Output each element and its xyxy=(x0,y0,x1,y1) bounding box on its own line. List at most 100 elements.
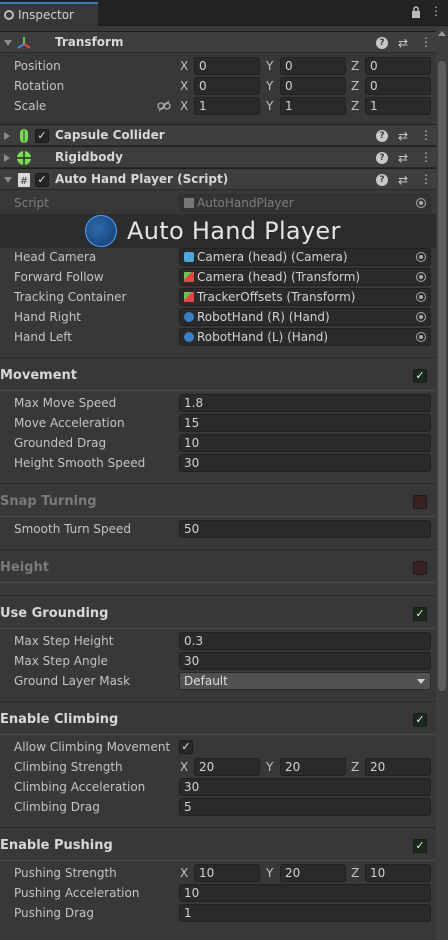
auto-hand-player-enabled-checkbox[interactable]: ✓ xyxy=(35,173,49,187)
axis-x-label: X xyxy=(180,99,189,113)
pushing-strength-y-field[interactable]: 20 xyxy=(280,864,346,882)
forward-follow-field[interactable]: Camera (head) (Transform) xyxy=(179,268,431,286)
fold-right-icon[interactable] xyxy=(4,154,10,162)
climbing-strength-x-field[interactable]: 20 xyxy=(194,758,260,776)
pushing-acceleration-label: Pushing Acceleration xyxy=(14,886,140,900)
use-grounding-toggle[interactable]: ✓ xyxy=(413,607,427,621)
rigidbody-icon xyxy=(17,151,31,165)
climbing-strength-z-field[interactable]: 20 xyxy=(365,758,431,776)
pushing-acceleration-field[interactable]: 10 xyxy=(179,884,431,902)
allow-climbing-movement-checkbox[interactable]: ✓ xyxy=(179,740,193,754)
component-menu-icon[interactable]: ⋮ xyxy=(420,35,432,49)
scale-x-field[interactable]: 1 xyxy=(194,97,260,115)
axis-z-label: Z xyxy=(351,79,360,93)
component-menu-icon[interactable]: ⋮ xyxy=(420,172,432,186)
section-divider xyxy=(0,549,436,550)
transform-header[interactable]: Transform ? ⇄ ⋮ xyxy=(0,31,436,53)
banner-title: Auto Hand Player xyxy=(127,217,341,245)
rigidbody-header[interactable]: Rigidbody ? ⇄ ⋮ xyxy=(0,146,436,168)
head-camera-field[interactable]: Camera (head) (Camera) xyxy=(179,248,431,266)
max-step-height-field[interactable]: 0.3 xyxy=(179,632,431,650)
height-smooth-speed-field[interactable]: 30 xyxy=(179,454,431,472)
move-acceleration-field[interactable]: 15 xyxy=(179,414,431,432)
section-divider xyxy=(0,483,436,484)
grounded-drag-field[interactable]: 10 xyxy=(179,434,431,452)
pushing-drag-field[interactable]: 1 xyxy=(179,904,431,922)
enable-pushing-toggle[interactable]: ✓ xyxy=(413,839,427,853)
lock-icon[interactable] xyxy=(411,6,421,18)
position-y-field[interactable]: 0 xyxy=(280,57,346,75)
vertical-scrollbar[interactable] xyxy=(436,27,448,940)
forward-follow-value: Camera (head) (Transform) xyxy=(197,270,361,284)
help-icon[interactable]: ? xyxy=(376,130,388,142)
rigidbody-title: Rigidbody xyxy=(55,150,123,164)
hand-left-field[interactable]: RobotHand (L) (Hand) xyxy=(179,328,431,346)
axis-y-label: Y xyxy=(266,79,274,93)
position-x-field[interactable]: 0 xyxy=(194,57,260,75)
inspector-tab[interactable]: Inspector xyxy=(0,2,98,26)
component-menu-icon[interactable]: ⋮ xyxy=(420,150,432,164)
capsule-collider-header[interactable]: ✓ Capsule Collider ? ⇄ ⋮ xyxy=(0,124,436,146)
axis-z-label: Z xyxy=(351,59,360,73)
info-icon xyxy=(4,10,14,20)
hand-right-label: Hand Right xyxy=(14,310,82,324)
section-divider xyxy=(0,701,436,702)
pushing-strength-z-field[interactable]: 10 xyxy=(365,864,431,882)
preset-icon[interactable]: ⇄ xyxy=(396,173,410,187)
head-camera-label: Head Camera xyxy=(14,250,97,264)
rotation-y-field[interactable]: 0 xyxy=(280,77,346,95)
script-icon: # xyxy=(18,173,30,187)
fold-down-icon[interactable] xyxy=(4,40,12,46)
max-step-height-label: Max Step Height xyxy=(14,634,114,648)
scroll-up-arrow-icon[interactable] xyxy=(438,31,446,36)
snap-turning-toggle[interactable] xyxy=(413,495,427,509)
max-step-angle-label: Max Step Angle xyxy=(14,654,108,668)
enable-climbing-toggle[interactable]: ✓ xyxy=(413,713,427,727)
smooth-turn-speed-field[interactable]: 50 xyxy=(179,520,431,538)
section-divider xyxy=(0,860,436,861)
capsule-collider-enabled-checkbox[interactable]: ✓ xyxy=(35,129,49,143)
object-picker-icon[interactable] xyxy=(416,312,426,322)
rotation-z-field[interactable]: 0 xyxy=(365,77,431,95)
climbing-acceleration-field[interactable]: 30 xyxy=(179,778,431,796)
tracking-container-field[interactable]: TrackerOffsets (Transform) xyxy=(179,288,431,306)
kebab-menu-icon[interactable]: ⋮ xyxy=(430,5,442,17)
help-icon[interactable]: ? xyxy=(376,37,388,49)
height-toggle[interactable] xyxy=(413,561,427,575)
position-label: Position xyxy=(14,59,61,73)
axis-y-label: Y xyxy=(266,866,274,880)
scale-z-field[interactable]: 1 xyxy=(365,97,431,115)
transform-title: Transform xyxy=(55,35,124,49)
fold-down-icon[interactable] xyxy=(4,177,12,183)
axis-x-label: X xyxy=(180,866,189,880)
preset-icon[interactable]: ⇄ xyxy=(396,129,410,143)
component-menu-icon[interactable]: ⋮ xyxy=(420,128,432,142)
movement-toggle[interactable]: ✓ xyxy=(413,369,427,383)
object-picker-icon[interactable] xyxy=(416,272,426,282)
preset-icon[interactable]: ⇄ xyxy=(396,151,410,165)
ground-layer-mask-dropdown[interactable]: Default xyxy=(179,672,431,690)
auto-hand-player-header[interactable]: # ✓ Auto Hand Player (Script) ? ⇄ ⋮ xyxy=(0,168,436,190)
preset-icon[interactable]: ⇄ xyxy=(396,36,410,50)
scale-y-field[interactable]: 1 xyxy=(280,97,346,115)
climbing-drag-field[interactable]: 5 xyxy=(179,798,431,816)
section-divider xyxy=(0,628,436,629)
max-step-angle-field[interactable]: 30 xyxy=(179,652,431,670)
scrollbar-thumb[interactable] xyxy=(438,61,446,691)
hand-right-field[interactable]: RobotHand (R) (Hand) xyxy=(179,308,431,326)
pushing-strength-x-field[interactable]: 10 xyxy=(194,864,260,882)
rotation-x-field[interactable]: 0 xyxy=(194,77,260,95)
object-picker-icon[interactable] xyxy=(416,332,426,342)
object-picker-icon[interactable] xyxy=(416,292,426,302)
script-field-value: AutoHandPlayer xyxy=(197,196,294,210)
object-picker-icon[interactable] xyxy=(416,252,426,262)
max-move-speed-field[interactable]: 1.8 xyxy=(179,394,431,412)
position-z-field[interactable]: 0 xyxy=(365,57,431,75)
help-icon[interactable]: ? xyxy=(376,152,388,164)
link-icon[interactable] xyxy=(157,100,171,112)
axis-z-label: Z xyxy=(351,760,360,774)
help-icon[interactable]: ? xyxy=(376,174,388,186)
fold-right-icon[interactable] xyxy=(4,132,10,140)
transform-icon xyxy=(184,292,194,302)
climbing-strength-y-field[interactable]: 20 xyxy=(280,758,346,776)
